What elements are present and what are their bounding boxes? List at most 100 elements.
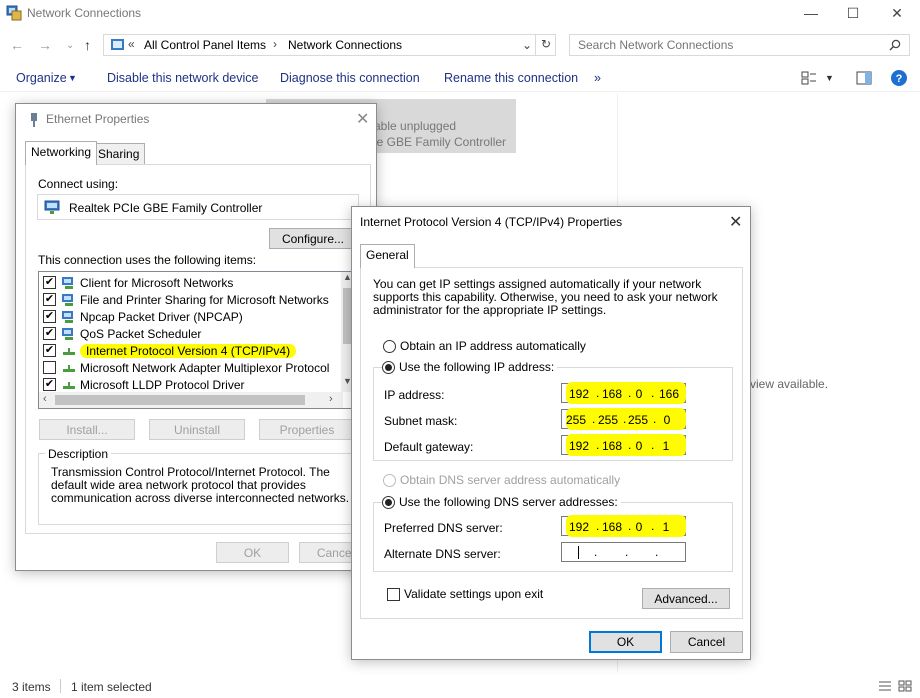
radio-circle[interactable] [383, 339, 396, 353]
advanced-button[interactable]: Advanced... [642, 588, 730, 609]
address-bar[interactable]: « All Control Panel Items › Network Conn… [103, 34, 556, 56]
close-icon[interactable]: ✕ [729, 212, 742, 232]
obtain-dns-auto-radio[interactable]: Obtain DNS server address automatically [383, 473, 620, 487]
close-icon[interactable]: ✕ [874, 0, 920, 26]
connection-adapter-text: le GBE Family Controller [374, 135, 507, 149]
rename-command[interactable]: Rename this connection [444, 71, 578, 85]
list-item[interactable]: Microsoft Network Adapter Multiplexor Pr… [43, 359, 329, 376]
ip-octet[interactable]: 192 [567, 387, 591, 401]
radio-circle[interactable] [383, 473, 396, 487]
cancel-button[interactable]: Cancel [670, 631, 743, 653]
use-following-ip-radio[interactable]: Use the following IP address: [382, 360, 558, 374]
list-item[interactable]: ✔ Microsoft LLDP Protocol Driver [43, 376, 245, 393]
ip-octet[interactable]: 255 [626, 413, 650, 427]
ip-octet[interactable]: 192 [567, 439, 591, 453]
view-dropdown-icon[interactable]: ▼ [825, 73, 834, 83]
scroll-left-icon[interactable]: ‹ [43, 393, 47, 405]
refresh-icon[interactable]: ↻ [541, 37, 551, 51]
file-printer-sharing-icon [62, 293, 73, 306]
service-icon [62, 310, 73, 323]
up-arrow-icon[interactable]: ↑ [84, 37, 91, 53]
ip-octet[interactable]: 255 [596, 413, 620, 427]
tab-general[interactable]: General [360, 244, 415, 268]
properties-button[interactable]: Properties [259, 419, 355, 440]
ip-octet[interactable]: 166 [657, 387, 681, 401]
default-gateway-field[interactable]: 192 . 168 . 0 . 1 [561, 434, 686, 456]
search-icon[interactable] [889, 39, 901, 51]
forward-arrow-icon[interactable]: → [38, 37, 52, 53]
window-title: Network Connections [27, 6, 142, 20]
organize-dropdown-icon[interactable]: ▼ [68, 73, 77, 83]
help-icon[interactable]: ? [890, 69, 908, 87]
diagnose-command[interactable]: Diagnose this connection [280, 71, 420, 85]
ip-octet[interactable]: 0 [655, 413, 679, 427]
list-item[interactable]: ✔ File and Printer Sharing for Microsoft… [43, 291, 329, 308]
more-commands-chevron[interactable]: » [594, 71, 601, 85]
disable-device-command[interactable]: Disable this network device [107, 71, 258, 85]
ip-octet[interactable]: 0 [627, 439, 651, 453]
ip-octet[interactable]: 168 [600, 387, 624, 401]
ip-octet[interactable]: 192 [567, 520, 591, 534]
horizontal-scrollbar[interactable]: ‹ › [39, 392, 343, 408]
preferred-dns-field[interactable]: 192 . 168 . 0 . 1 [561, 515, 686, 537]
item-checkbox[interactable]: ✔ [43, 293, 56, 306]
components-list[interactable]: ✔ Client for Microsoft Networks ✔ File a… [38, 271, 356, 409]
list-item-selected[interactable]: ✔ Internet Protocol Version 4 (TCP/IPv4) [43, 342, 297, 359]
validate-settings-checkbox[interactable]: Validate settings upon exit [387, 587, 543, 601]
subnet-mask-field[interactable]: 255 . 255 . 255 . 0 [561, 408, 686, 430]
ip-octet[interactable]: 0 [627, 520, 651, 534]
ip-octet[interactable]: 1 [654, 439, 678, 453]
ip-octet[interactable]: 168 [600, 439, 624, 453]
radio-circle-selected[interactable] [382, 495, 395, 509]
ip-address-field[interactable]: 192 . 168 . 0 . 166 [561, 382, 686, 404]
preferred-dns-label: Preferred DNS server: [384, 521, 503, 535]
large-icons-view-icon[interactable] [898, 680, 912, 692]
radio-circle-selected[interactable] [382, 360, 395, 374]
item-checkbox[interactable]: ✔ [43, 327, 56, 340]
alternate-dns-field[interactable]: . . . [561, 542, 686, 562]
search-input[interactable] [570, 35, 870, 55]
ok-button[interactable]: OK [216, 542, 289, 563]
item-checkbox[interactable]: ✔ [43, 378, 56, 391]
ip-address-label: IP address: [384, 388, 445, 402]
breadcrumb-network-connections[interactable]: Network Connections [288, 38, 402, 52]
configure-button[interactable]: Configure... [269, 228, 357, 249]
tab-sharing[interactable]: Sharing [92, 143, 146, 165]
item-checkbox[interactable]: ✔ [43, 344, 56, 357]
item-checkbox[interactable] [43, 361, 56, 374]
scroll-right-icon[interactable]: › [329, 393, 333, 405]
list-item[interactable]: ✔ QoS Packet Scheduler [43, 325, 201, 342]
item-checkbox[interactable]: ✔ [43, 276, 56, 289]
breadcrumb-control-panel[interactable]: All Control Panel Items [144, 38, 266, 52]
close-icon[interactable]: ✕ [356, 109, 369, 129]
minimize-icon[interactable]: — [788, 0, 834, 26]
recent-chevron-icon[interactable]: ⌄ [66, 40, 74, 51]
obtain-ip-auto-radio[interactable]: Obtain an IP address automatically [383, 339, 586, 353]
change-view-icon[interactable] [801, 71, 817, 85]
list-item[interactable]: ✔ Client for Microsoft Networks [43, 274, 233, 291]
ip-octet[interactable]: 1 [654, 520, 678, 534]
item-checkbox[interactable]: ✔ [43, 310, 56, 323]
ip-octet[interactable]: 0 [627, 387, 651, 401]
install-button[interactable]: Install... [39, 419, 135, 440]
use-following-dns-radio[interactable]: Use the following DNS server addresses: [382, 495, 621, 509]
back-arrow-icon[interactable]: ← [10, 37, 24, 53]
maximize-icon[interactable]: ☐ [830, 0, 876, 26]
organize-menu[interactable]: Organize [16, 71, 67, 85]
checkbox-box[interactable] [387, 587, 400, 601]
ok-button[interactable]: OK [589, 631, 662, 653]
list-item[interactable]: ✔ Npcap Packet Driver (NPCAP) [43, 308, 243, 325]
address-dropdown-icon[interactable]: ⌄ [522, 38, 532, 52]
preview-pane-icon[interactable] [856, 71, 872, 85]
tab-networking[interactable]: Networking [25, 141, 98, 165]
uninstall-button[interactable]: Uninstall [149, 419, 245, 440]
breadcrumb-overflow[interactable]: « [128, 37, 135, 51]
ip-octet[interactable]: 168 [600, 520, 624, 534]
service-icon [62, 327, 73, 340]
details-view-icon[interactable] [878, 680, 892, 692]
item-label: Internet Protocol Version 4 (TCP/IPv4) [80, 343, 297, 358]
ip-octet[interactable]: 255 [564, 413, 588, 427]
search-box[interactable] [569, 34, 910, 56]
scroll-thumb-horizontal[interactable] [55, 395, 305, 405]
command-bar: Organize ▼ Disable this network device D… [0, 64, 920, 92]
